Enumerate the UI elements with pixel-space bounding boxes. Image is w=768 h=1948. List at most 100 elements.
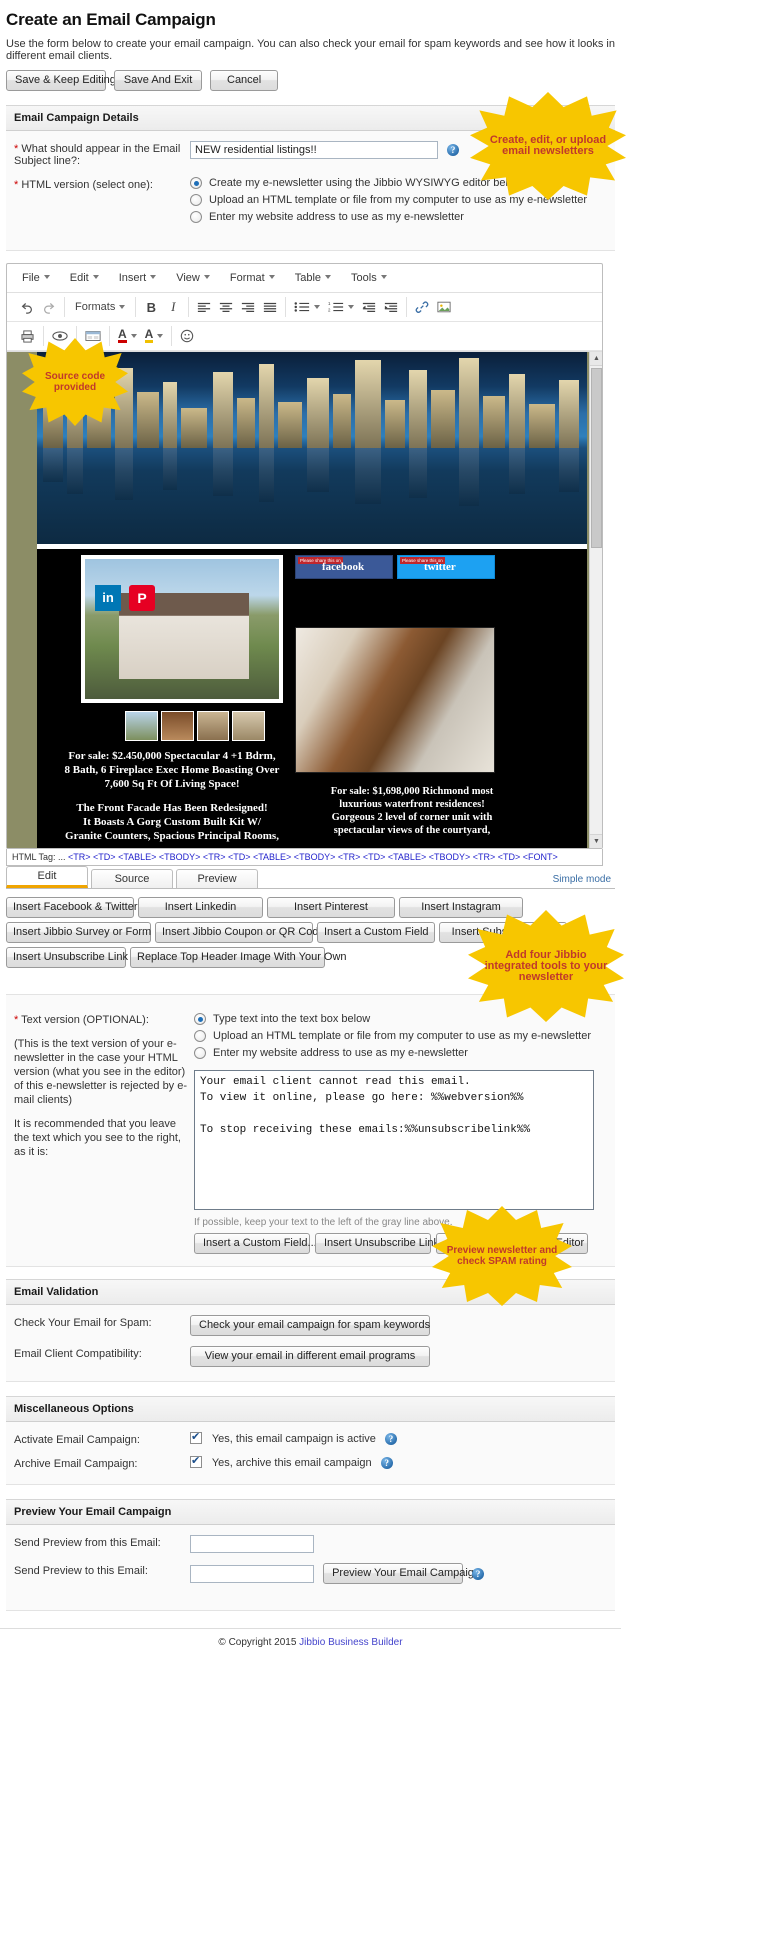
formats-dropdown[interactable]: Formats [69,297,131,317]
insert-group [407,297,459,317]
menu-edit[interactable]: Edit [61,269,108,287]
radio-icon-website-address[interactable] [190,211,202,223]
align-left-icon[interactable] [193,297,215,317]
redo-icon[interactable] [38,297,60,317]
listing-left-line2: 8 Bath, 6 Fireplace Exec Home Boasting O… [64,764,280,776]
radio-icon-upload-html[interactable] [190,194,202,206]
radio-label-website-text: Enter my website address to use as my e-… [213,1047,468,1059]
preview-from-email-input[interactable] [190,1535,314,1553]
editor-canvas[interactable]: Please share this on facebook Please sha… [7,351,602,848]
menu-file[interactable]: File [13,269,59,287]
scroll-down-arrow-icon[interactable]: ▼ [590,834,602,848]
radio-icon-type-text[interactable] [194,1013,206,1025]
emoticon-icon[interactable] [176,326,198,346]
indent-icon[interactable] [380,297,402,317]
replace-header-image-button[interactable]: Replace Top Header Image With Your Own [130,947,347,968]
radio-icon-upload-text[interactable] [194,1030,206,1042]
image-icon[interactable] [433,297,455,317]
insert-linkedin-button[interactable]: Insert Linkedin [138,897,263,918]
tab-edit[interactable]: Edit [6,866,88,888]
insert-pinterest-button[interactable]: Insert Pinterest [267,897,395,918]
activate-campaign-checkbox[interactable] [190,1431,202,1444]
page-footer: © Copyright 2015 Jibbio Business Builder [0,1628,621,1658]
subject-input[interactable] [190,141,438,159]
help-icon-activate[interactable]: ? [384,1433,397,1446]
radio-icon-website-text[interactable] [194,1047,206,1059]
chevron-down-icon-view [203,275,210,279]
undo-icon[interactable] [16,297,38,317]
radio-icon-wysiwyg[interactable] [190,177,202,189]
italic-button[interactable]: I [162,297,184,317]
print-icon[interactable] [16,326,39,346]
linkedin-icon[interactable]: in [95,585,121,611]
insert-custom-field-button[interactable]: Insert a Custom Field [317,922,435,943]
menu-tools[interactable]: Tools [342,269,396,287]
preview-to-email-input[interactable] [190,1565,314,1583]
activate-campaign-checkbox-label: Yes, this email campaign is active [211,1433,376,1445]
view-in-email-programs-button[interactable]: View your email in different email progr… [190,1346,430,1367]
compatibility-label: Email Client Compatibility: [14,1348,142,1360]
text-version-textarea[interactable] [194,1070,594,1210]
menu-table[interactable]: Table [286,269,340,287]
text-color-button[interactable]: A [114,326,141,346]
pinterest-icon[interactable]: P [129,585,155,611]
chevron-down-icon-insert [150,275,157,279]
outdent-icon[interactable] [358,297,380,317]
insert-facebook-twitter-button[interactable]: Insert Facebook & Twitter [6,897,138,918]
align-right-icon[interactable] [237,297,259,317]
listing-left-line3: 7,600 Sq Ft Of Living Space! [104,778,240,790]
insert-jibbio-coupon-button[interactable]: Insert Jibbio Coupon or QR Code [155,922,325,943]
menu-view[interactable]: View [167,269,219,287]
link-icon[interactable] [411,297,433,317]
help-icon-subject[interactable]: ? [447,144,460,157]
radio-option-upload-text[interactable]: Upload an HTML template or file from my … [194,1030,607,1042]
tab-preview[interactable]: Preview [176,869,258,888]
email-validation-body: Check Your Email for Spam: Check your em… [6,1305,615,1382]
align-justify-icon[interactable] [259,297,281,317]
preview-your-email-campaign-button[interactable]: Preview Your Email Campaign [323,1563,480,1584]
html-tag-path-bar: HTML Tag: ... <TR> <TD> <TABLE> <TBODY> … [6,849,603,866]
menu-table-label: Table [294,272,322,284]
help-icon-preview[interactable]: ? [472,1568,485,1581]
newsletter-body: Please share this on facebook Please sha… [37,549,587,848]
menu-format[interactable]: Format [221,269,284,287]
menu-tools-label: Tools [351,272,377,284]
insert-jibbio-survey-button[interactable]: Insert Jibbio Survey or Form Link [6,922,174,943]
property-interior-photo [295,627,495,773]
editor-scrollbar[interactable]: ▲ ▼ [589,352,602,848]
scroll-thumb[interactable] [591,368,602,548]
bullet-list-icon[interactable] [290,297,324,317]
facebook-share-button[interactable]: Please share this on facebook [295,555,393,579]
insert-unsubscribe-link-text-button[interactable]: Insert Unsubscribe Link [315,1233,439,1254]
insert-instagram-button[interactable]: Insert Instagram [399,897,523,918]
background-color-button[interactable]: A [141,326,168,346]
insert-custom-field-text-button[interactable]: Insert a Custom Field... [194,1233,317,1254]
align-center-icon[interactable] [215,297,237,317]
compatibility-field: View your email in different email progr… [190,1346,607,1367]
bold-button[interactable]: B [140,297,162,317]
insert-unsubscribe-link-button[interactable]: Insert Unsubscribe Link [6,947,128,968]
preview-eye-icon[interactable] [48,326,72,346]
help-icon-archive[interactable]: ? [380,1457,393,1470]
save-and-keep-editing-button-top[interactable]: Save & Keep Editing [6,70,116,91]
menu-insert[interactable]: Insert [110,269,166,287]
archive-campaign-checkbox[interactable] [190,1455,202,1468]
twitter-share-button[interactable]: Please share this on twitter [397,555,495,579]
radio-option-website-address[interactable]: Enter my website address to use as my e-… [190,211,607,223]
thumbnail-4 [232,711,265,741]
page-root: Create an Email Campaign Use the form be… [0,10,626,1658]
radio-option-website-text[interactable]: Enter my website address to use as my e-… [194,1047,607,1059]
numbered-list-icon[interactable]: 12 [324,297,358,317]
social-share-bar: Please share this on facebook Please sha… [295,555,495,581]
simple-mode-link[interactable]: Simple mode [553,874,611,885]
text-version-label-text: Text version (OPTIONAL): [18,1014,149,1026]
callout-create-edit-upload-text: Create, edit, or upload email newsletter… [489,134,607,157]
save-and-exit-button-top[interactable]: Save And Exit [114,70,203,91]
tab-source[interactable]: Source [91,869,173,888]
check-spam-keywords-button[interactable]: Check your email campaign for spam keywo… [190,1315,430,1336]
cancel-button-top[interactable]: Cancel [210,70,279,91]
facebook-icon: facebook [322,561,365,573]
brand-link[interactable]: Jibbio Business Builder [299,1637,402,1648]
scroll-up-arrow-icon[interactable]: ▲ [590,352,602,366]
property-exterior-photo [81,555,283,703]
